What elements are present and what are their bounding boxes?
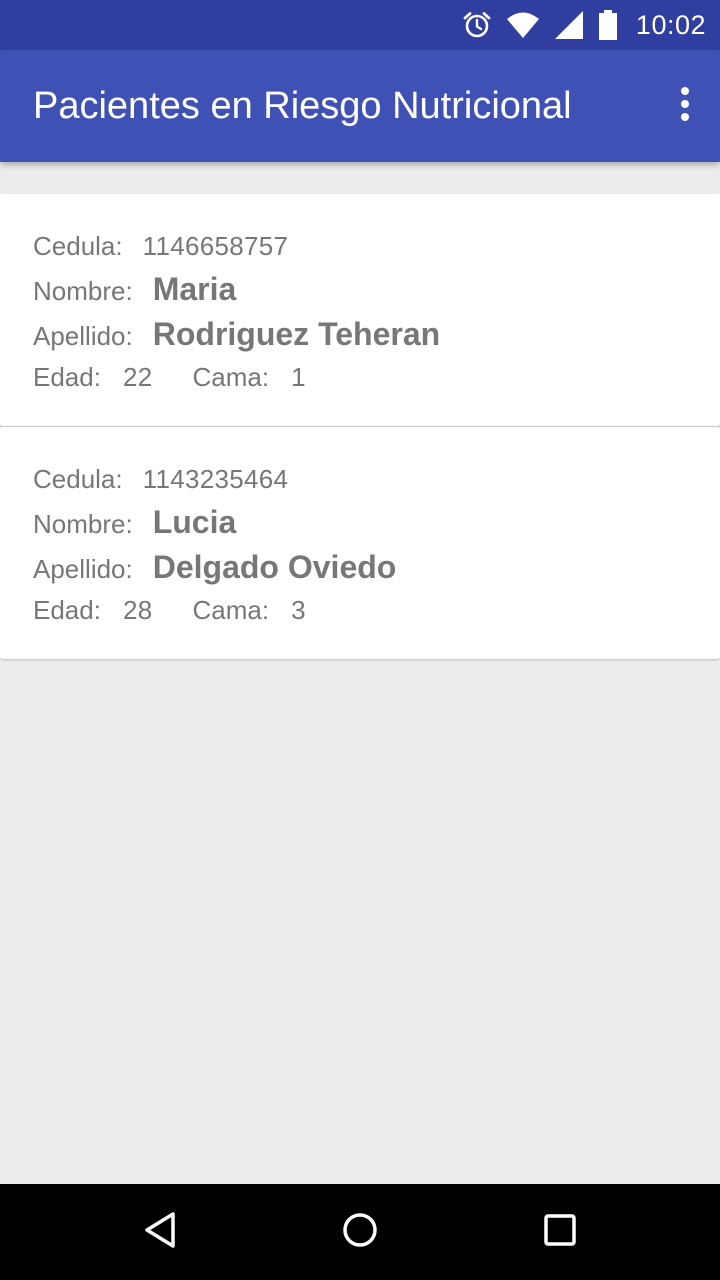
- apellido-row: Apellido: Delgado Oviedo: [33, 549, 396, 586]
- edad-label: Edad:: [33, 595, 101, 625]
- edad-value: 22: [122, 362, 153, 392]
- apellido-label: Apellido:: [33, 321, 133, 351]
- apellido-label: Apellido:: [33, 554, 133, 584]
- cedula-value: 1146658757: [142, 231, 289, 261]
- nombre-row: Nombre: Lucia: [33, 504, 236, 541]
- edad-value: 28: [122, 595, 153, 625]
- alarm-icon: [462, 10, 492, 40]
- nombre-label: Nombre:: [33, 276, 133, 306]
- patient-card[interactable]: Cedula: 1143235464 Nombre: Lucia Apellido:…: [0, 427, 720, 659]
- cama-value: 3: [291, 595, 306, 625]
- status-bar: 10:02: [0, 0, 720, 50]
- app-bar: Pacientes en Riesgo Nutricional: [0, 50, 720, 162]
- nombre-label: Nombre:: [33, 509, 133, 539]
- overflow-menu-button[interactable]: [670, 80, 700, 132]
- edad-cama-row: Edad: 28 Cama: 3: [33, 595, 306, 626]
- nombre-value: Maria: [152, 271, 237, 307]
- nombre-value: Lucia: [152, 504, 237, 540]
- cama-label: Cama:: [192, 362, 270, 392]
- status-icons: 10:02: [462, 0, 706, 50]
- page-title: Pacientes en Riesgo Nutricional: [33, 85, 572, 127]
- back-icon: [140, 1210, 180, 1255]
- apellido-row: Apellido: Rodriguez Teheran: [33, 316, 440, 353]
- home-button[interactable]: [336, 1208, 384, 1256]
- edad-label: Edad:: [33, 362, 101, 392]
- recents-icon: [540, 1210, 580, 1255]
- patient-card[interactable]: Cedula: 1146658757 Nombre: Maria Apellido:…: [0, 194, 720, 426]
- recents-button[interactable]: [536, 1208, 584, 1256]
- back-button[interactable]: [136, 1208, 184, 1256]
- cedula-label: Cedula:: [33, 231, 123, 261]
- apellido-value: Delgado Oviedo: [152, 549, 397, 585]
- overflow-menu-icon: [679, 86, 691, 127]
- cedula-value: 1143235464: [142, 464, 289, 494]
- signal-icon: [554, 10, 584, 40]
- home-icon: [340, 1210, 380, 1255]
- apellido-value: Rodriguez Teheran: [152, 316, 441, 352]
- cedula-row: Cedula: 1143235464: [33, 464, 288, 495]
- battery-icon: [598, 10, 618, 40]
- status-time: 10:02: [635, 9, 706, 40]
- cama-label: Cama:: [192, 595, 270, 625]
- cedula-label: Cedula:: [33, 464, 123, 494]
- wifi-icon: [506, 11, 540, 39]
- cedula-row: Cedula: 1146658757: [33, 231, 288, 262]
- navigation-bar: [0, 1184, 720, 1280]
- nombre-row: Nombre: Maria: [33, 271, 236, 308]
- cama-value: 1: [291, 362, 306, 392]
- edad-cama-row: Edad: 22 Cama: 1: [33, 362, 306, 393]
